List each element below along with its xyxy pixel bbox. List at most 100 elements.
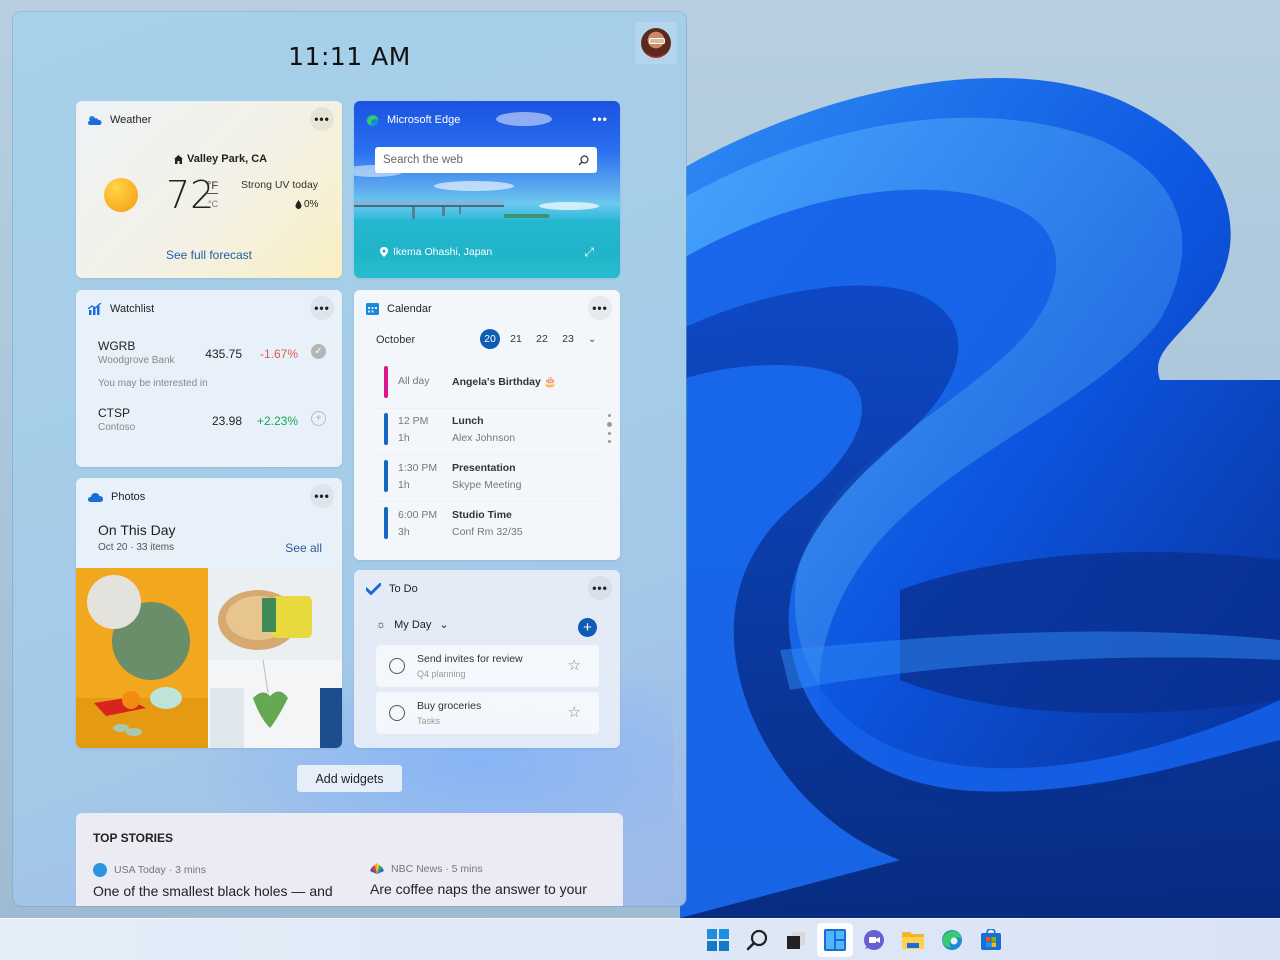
windows-logo-icon	[707, 929, 729, 951]
calendar-widget[interactable]: Calendar ••• October 20 21 22 23 ⌄ All d…	[354, 290, 620, 560]
stock-row[interactable]: WGRB Woodgrove Bank 435.75 -1.67% ✓	[98, 339, 326, 371]
stock-symbol: WGRB	[98, 339, 136, 353]
photos-more-button[interactable]: •••	[310, 484, 334, 508]
raindrop-icon	[295, 200, 302, 209]
edge-widget[interactable]: Microsoft Edge ••• Search the web Ikema …	[354, 101, 620, 278]
calendar-scroll-indicator[interactable]	[606, 414, 612, 448]
calendar-event[interactable]: 1:30 PM 1h Presentation Skype Meeting	[384, 460, 604, 494]
task-item[interactable]: Buy groceries Tasks ☆	[376, 692, 599, 734]
widgets-button[interactable]	[817, 923, 853, 957]
unit-celsius[interactable]: °C	[208, 199, 218, 209]
story-headline[interactable]: One of the smallest black holes — and	[93, 883, 353, 899]
watchlist-widget[interactable]: Watchlist ••• WGRB Woodgrove Bank 435.75…	[76, 290, 342, 467]
avatar	[641, 28, 671, 58]
calendar-event[interactable]: 6:00 PM 3h Studio Time Conf Rm 32/35	[384, 507, 604, 541]
expand-icon[interactable]: ⤢	[584, 245, 594, 260]
photos-title: Photos	[111, 491, 146, 503]
todo-list-selector[interactable]: ☼ My Day ⌄	[376, 618, 449, 632]
event-duration: 3h	[398, 526, 410, 538]
see-all-link[interactable]: See all	[285, 541, 322, 555]
watchlist-title: Watchlist	[110, 303, 155, 315]
task-view-icon	[787, 932, 805, 949]
news-story[interactable]: USA Today · 3 mins One of the smallest b…	[93, 863, 353, 899]
weather-title: Weather	[110, 114, 152, 126]
watchlist-more-button[interactable]: •••	[310, 296, 334, 320]
store-icon	[981, 929, 1001, 950]
add-stock-icon[interactable]: +	[311, 411, 326, 426]
edge-more-button[interactable]: •••	[588, 107, 612, 131]
star-icon[interactable]: ☆	[568, 703, 581, 721]
weather-more-button[interactable]: •••	[310, 107, 334, 131]
news-story[interactable]: NBC News · 5 mins Are coffee naps the an…	[370, 863, 630, 897]
calendar-day-strip: 20 21 22 23 ⌄	[480, 329, 596, 349]
todo-header: To Do	[366, 578, 612, 600]
calendar-day[interactable]: 23	[558, 329, 578, 349]
calendar-event[interactable]: All day Angela's Birthday 🎂	[384, 366, 604, 400]
chevron-down-icon[interactable]: ⌄	[588, 334, 596, 345]
followed-check-icon[interactable]: ✓	[311, 344, 326, 359]
photos-header: Photos	[88, 486, 334, 508]
unit-fahrenheit[interactable]: °F	[207, 180, 219, 194]
edge-browser-icon	[942, 930, 962, 950]
calendar-more-button[interactable]: •••	[588, 296, 612, 320]
event-title: Studio Time	[452, 509, 512, 521]
stock-chart-icon	[88, 303, 102, 315]
task-complete-checkbox[interactable]	[389, 658, 405, 674]
photo-thumbnail[interactable]	[76, 568, 208, 748]
taskbar	[0, 918, 1280, 960]
event-subtitle: Skype Meeting	[452, 479, 522, 491]
todo-widget[interactable]: To Do ••• ☼ My Day ⌄ + Send invites for …	[354, 570, 620, 748]
photo-thumbnail[interactable]	[208, 568, 342, 748]
task-complete-checkbox[interactable]	[389, 705, 405, 721]
task-view-button[interactable]	[778, 923, 814, 957]
web-search-input[interactable]: Search the web	[375, 147, 597, 173]
story-source: NBC News · 5 mins	[370, 863, 630, 875]
weather-widget[interactable]: Weather ••• Valley Park, CA 72 °F °C Str…	[76, 101, 342, 278]
widgets-panel: 11:11 AM Weather ••• Valley Park, CA 72 …	[13, 12, 686, 906]
event-divider	[376, 454, 604, 455]
todo-more-button[interactable]: •••	[588, 576, 612, 600]
calendar-day[interactable]: 20	[480, 329, 500, 349]
event-title: Angela's Birthday 🎂	[452, 376, 557, 388]
edge-button[interactable]	[934, 923, 970, 957]
event-title: Presentation	[452, 462, 516, 474]
event-divider	[376, 408, 604, 409]
start-button[interactable]	[700, 923, 736, 957]
image-location[interactable]: Ikema Ohashi, Japan	[380, 246, 492, 258]
profile-button[interactable]	[635, 22, 677, 64]
chat-button[interactable]	[856, 923, 892, 957]
sunny-icon	[104, 178, 138, 212]
add-task-button[interactable]: +	[578, 618, 597, 637]
calendar-day[interactable]: 22	[532, 329, 552, 349]
stock-row[interactable]: CTSP Contoso 23.98 +2.23% +	[98, 406, 326, 438]
file-explorer-button[interactable]	[895, 923, 931, 957]
event-divider	[376, 501, 604, 502]
home-icon	[174, 154, 183, 164]
story-source-text: NBC News · 5 mins	[391, 863, 483, 875]
todo-title: To Do	[389, 583, 418, 595]
usa-today-logo-icon	[93, 863, 107, 877]
weather-cloud-icon	[88, 115, 102, 125]
add-widgets-button[interactable]: Add widgets	[297, 765, 402, 792]
event-color-bar	[384, 413, 388, 445]
folder-icon	[902, 932, 924, 949]
event-duration: 1h	[398, 432, 410, 444]
task-item[interactable]: Send invites for review Q4 planning ☆	[376, 645, 599, 687]
search-button[interactable]	[739, 923, 775, 957]
nbc-peacock-icon	[370, 863, 384, 874]
event-title: Lunch	[452, 415, 484, 427]
see-full-forecast-link[interactable]: See full forecast	[76, 248, 342, 262]
calendar-day[interactable]: 21	[506, 329, 526, 349]
todo-check-icon	[366, 583, 381, 595]
event-time: 1:30 PM	[398, 462, 438, 474]
stock-name: Woodgrove Bank	[98, 355, 175, 366]
star-icon[interactable]: ☆	[568, 656, 581, 674]
story-headline[interactable]: Are coffee naps the answer to your	[370, 881, 630, 897]
watchlist-header: Watchlist	[88, 298, 334, 320]
task-title: Buy groceries	[417, 700, 482, 712]
search-icon[interactable]	[578, 154, 589, 166]
photos-widget[interactable]: Photos ••• On This Day Oct 20 · 33 items…	[76, 478, 342, 748]
store-button[interactable]	[973, 923, 1009, 957]
calendar-event[interactable]: 12 PM 1h Lunch Alex Johnson	[384, 413, 604, 447]
task-list: Tasks	[417, 716, 441, 726]
